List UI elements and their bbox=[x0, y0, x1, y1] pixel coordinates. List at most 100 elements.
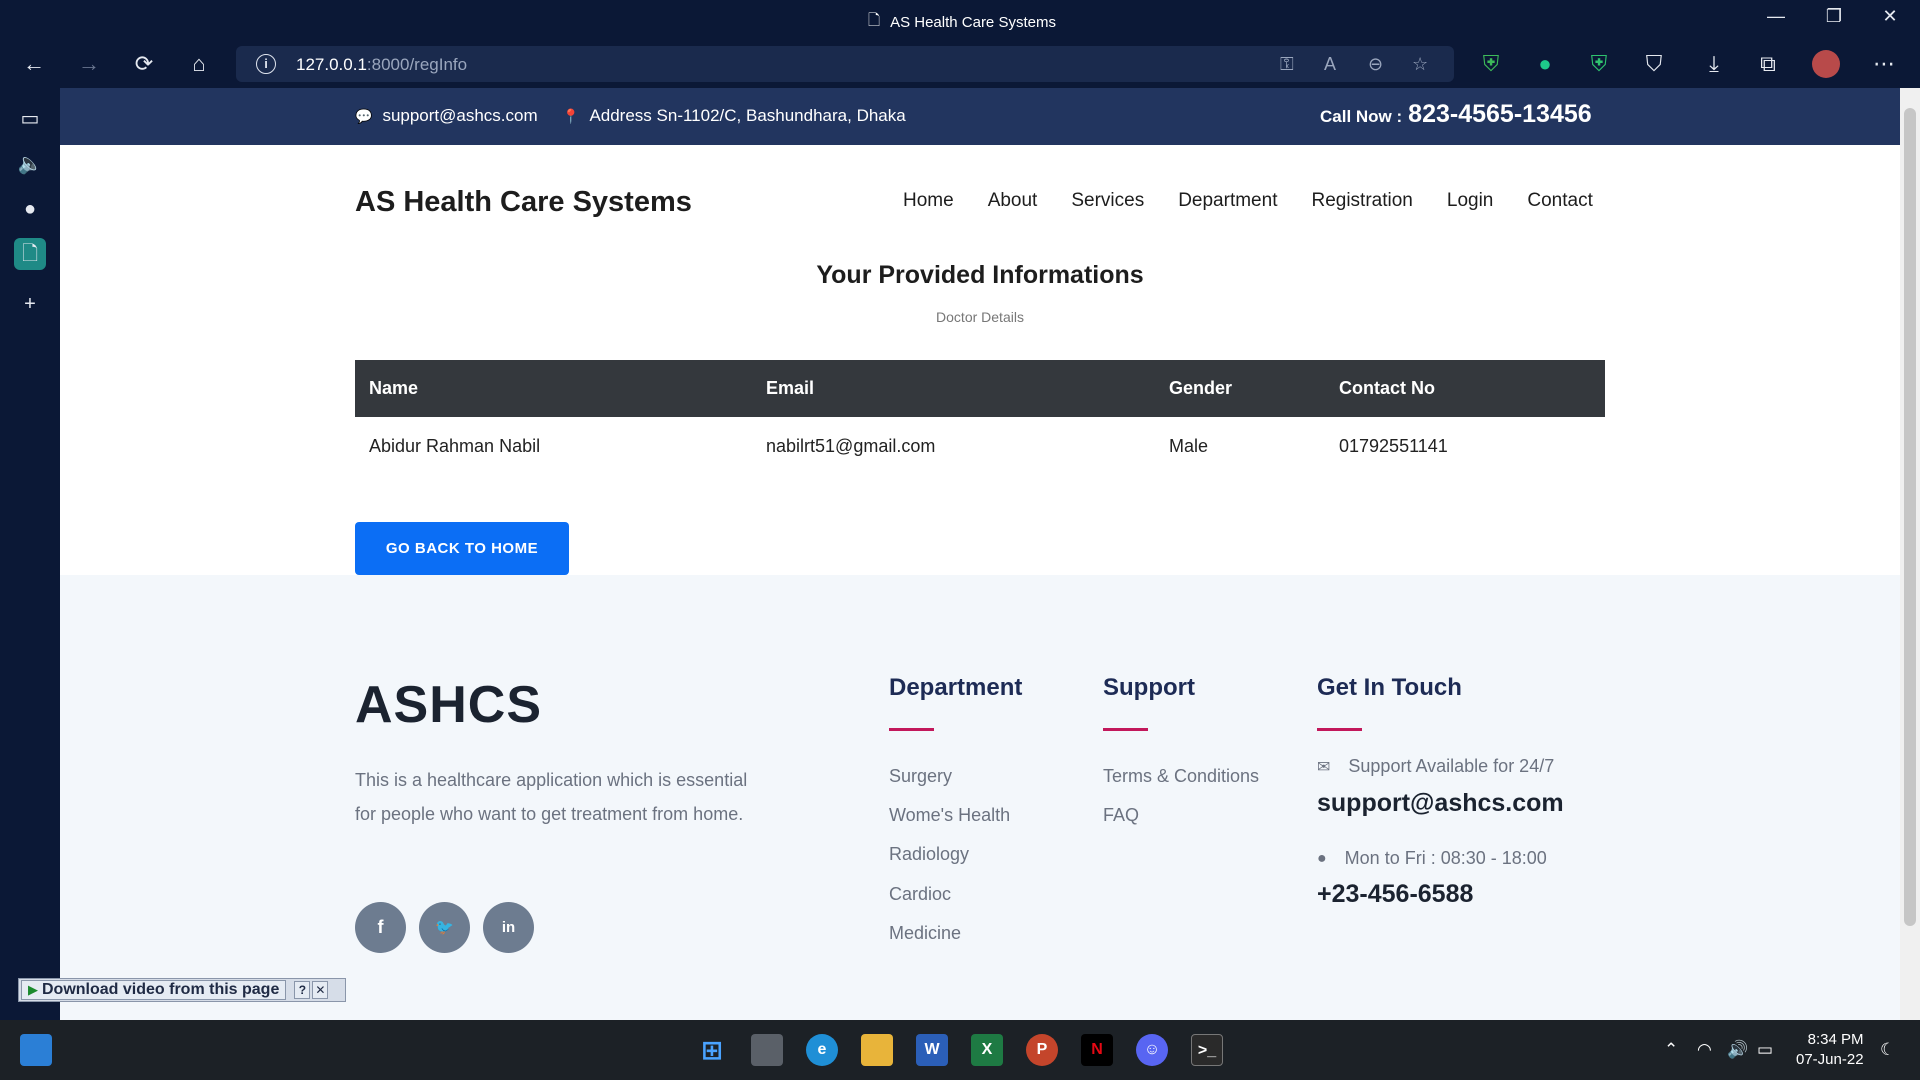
page-subtitle: Doctor Details bbox=[936, 309, 1024, 325]
nav-services[interactable]: Services bbox=[1071, 190, 1144, 212]
windows-taskbar: ⊞ e W X P N ☺ >_ ⌃ ◠ 🔊 ▭ 8:34 PM 07-Jun-… bbox=[0, 1020, 1920, 1080]
footer-link-medicine[interactable]: Medicine bbox=[889, 923, 961, 944]
more-menu-icon[interactable]: ⋯ bbox=[1870, 50, 1898, 78]
nav-login[interactable]: Login bbox=[1447, 190, 1494, 212]
add-icon[interactable]: + bbox=[14, 288, 46, 320]
document-icon[interactable]: 🗋 bbox=[14, 238, 46, 270]
brave-shield-icon[interactable]: ⛉ bbox=[1640, 50, 1668, 78]
read-aloud-icon[interactable]: A bbox=[1324, 54, 1336, 75]
cell-email: nabilrt51@gmail.com bbox=[766, 435, 936, 456]
edge-browser-icon[interactable]: e bbox=[806, 1034, 838, 1066]
word-icon[interactable]: W bbox=[916, 1034, 948, 1066]
security-extension-icon[interactable]: ⛨ bbox=[1585, 50, 1613, 78]
favorite-icon[interactable]: ☆ bbox=[1412, 54, 1428, 75]
url-path: :8000/regInfo bbox=[366, 55, 468, 74]
restore-button[interactable]: ❐ bbox=[1814, 6, 1854, 27]
terminal-icon[interactable]: >_ bbox=[1191, 1034, 1223, 1066]
volume-icon[interactable]: 🔊 bbox=[1727, 1040, 1748, 1060]
profile-avatar[interactable] bbox=[1812, 50, 1840, 78]
chat-icon: 💬 bbox=[355, 107, 373, 124]
department-heading: Department bbox=[889, 674, 1023, 701]
footer-link-terms[interactable]: Terms & Conditions bbox=[1103, 766, 1259, 787]
task-view-icon[interactable] bbox=[751, 1034, 783, 1066]
footer-support-email[interactable]: support@ashcs.com bbox=[1317, 789, 1564, 818]
collections-icon[interactable]: ⧉ bbox=[1754, 50, 1782, 78]
nav-department[interactable]: Department bbox=[1178, 190, 1277, 212]
nav-registration[interactable]: Registration bbox=[1311, 190, 1412, 212]
refresh-icon[interactable]: ⟳ bbox=[130, 50, 158, 78]
footer-link-surgery[interactable]: Surgery bbox=[889, 766, 952, 787]
netflix-icon[interactable]: N bbox=[1081, 1034, 1113, 1066]
site-info-icon[interactable]: i bbox=[256, 54, 276, 74]
start-menu-icon[interactable]: ⊞ bbox=[696, 1034, 728, 1066]
focus-assist-icon[interactable]: ☾ bbox=[1880, 1040, 1895, 1060]
discord-icon[interactable]: ☺ bbox=[1136, 1034, 1168, 1066]
extension-shield-icon[interactable]: ⛨ bbox=[1477, 50, 1505, 78]
footer-link-cardioc[interactable]: Cardioc bbox=[889, 884, 951, 905]
url-host: 127.0.0.1 bbox=[296, 55, 367, 74]
topbar-address: 📍 Address Sn-1102/C, Bashundhara, Dhaka bbox=[562, 106, 906, 126]
page-scrollbar[interactable] bbox=[1900, 88, 1920, 1020]
speaker-icon[interactable]: 🔈 bbox=[14, 148, 46, 180]
file-explorer-icon[interactable] bbox=[861, 1034, 893, 1066]
powerpoint-icon[interactable]: P bbox=[1026, 1034, 1058, 1066]
footer-phone[interactable]: +23-456-6588 bbox=[1317, 880, 1473, 909]
minimize-button[interactable]: — bbox=[1756, 6, 1796, 27]
password-key-icon[interactable]: ⚿ bbox=[1280, 54, 1294, 75]
nav-about[interactable]: About bbox=[988, 190, 1038, 212]
close-window-button[interactable]: ✕ bbox=[1870, 6, 1910, 27]
call-now: Call Now : 823-4565-13456 bbox=[1320, 100, 1592, 129]
column-header-name: Name bbox=[355, 360, 752, 417]
system-clock[interactable]: 8:34 PM 07-Jun-22 bbox=[1796, 1030, 1864, 1070]
nav-home[interactable]: Home bbox=[903, 190, 954, 212]
cell-contact: 01792551141 bbox=[1339, 435, 1448, 456]
help-button[interactable]: ? bbox=[294, 981, 311, 999]
window-title-text: AS Health Care Systems bbox=[890, 14, 1056, 31]
widgets-icon[interactable] bbox=[20, 1034, 52, 1066]
zoom-icon[interactable]: ⊖ bbox=[1368, 54, 1383, 75]
info-table: Name Email Gender Contact No Abidur Rahm… bbox=[355, 360, 1605, 475]
support-availability-text: Support Available for 24/7 bbox=[1348, 756, 1555, 776]
nav-contact[interactable]: Contact bbox=[1527, 190, 1592, 212]
office-hours-text: Mon to Fri : 08:30 - 18:00 bbox=[1344, 848, 1547, 868]
wifi-icon[interactable]: ◠ bbox=[1697, 1040, 1712, 1060]
go-back-home-button[interactable]: GO BACK TO HOME bbox=[355, 522, 569, 575]
footer-link-radiology[interactable]: Radiology bbox=[889, 844, 969, 865]
cell-name: Abidur Rahman Nabil bbox=[369, 435, 541, 456]
tabs-icon[interactable]: ▭ bbox=[14, 103, 46, 135]
department-heading-underline bbox=[889, 728, 934, 731]
footer-logo: ASHCS bbox=[355, 676, 543, 734]
close-download-bar-button[interactable]: ✕ bbox=[312, 981, 329, 999]
tray-overflow-icon[interactable]: ⌃ bbox=[1664, 1040, 1678, 1060]
battery-icon[interactable]: ▭ bbox=[1757, 1040, 1773, 1060]
footer-link-faq[interactable]: FAQ bbox=[1103, 805, 1139, 826]
scrollbar-thumb[interactable] bbox=[1904, 108, 1916, 926]
site-brand[interactable]: AS Health Care Systems bbox=[355, 186, 692, 219]
address-bar[interactable]: i 127.0.0.1:8000/regInfo ⚿ A ⊖ ☆ bbox=[236, 46, 1454, 82]
browser-toolbar: ← → ⟳ ⌂ i 127.0.0.1:8000/regInfo ⚿ A ⊖ ☆… bbox=[0, 40, 1920, 88]
support-heading: Support bbox=[1103, 674, 1195, 701]
facebook-icon[interactable]: f bbox=[355, 902, 406, 953]
twitter-icon[interactable]: 🐦 bbox=[419, 902, 470, 953]
clock-date: 07-Jun-22 bbox=[1796, 1051, 1864, 1068]
site-footer: ASHCS This is a healthcare application w… bbox=[60, 575, 1900, 1020]
footer-description: This is a healthcare application which i… bbox=[355, 770, 748, 824]
back-icon[interactable]: ← bbox=[20, 50, 48, 78]
grammarly-icon[interactable]: ● bbox=[1531, 50, 1559, 78]
home-icon[interactable]: ⌂ bbox=[185, 50, 213, 78]
browser-sidebar: ▭ 🔈 ● 🗋 + bbox=[0, 88, 60, 1020]
page-title: Your Provided Informations bbox=[816, 261, 1144, 289]
excel-icon[interactable]: X bbox=[971, 1034, 1003, 1066]
downloads-icon[interactable]: ⤓ bbox=[1700, 50, 1728, 78]
github-icon[interactable]: ● bbox=[14, 193, 46, 225]
support-heading-underline bbox=[1103, 728, 1148, 731]
contact-topbar: 💬 support@ashcs.com 📍 Address Sn-1102/C,… bbox=[60, 88, 1900, 145]
cell-gender: Male bbox=[1169, 435, 1209, 456]
get-in-touch-underline bbox=[1317, 728, 1362, 731]
linkedin-icon[interactable]: in bbox=[483, 902, 534, 953]
download-video-button[interactable]: ▶ Download video from this page bbox=[21, 980, 287, 1000]
forward-icon[interactable]: → bbox=[75, 50, 103, 78]
url-text[interactable]: 127.0.0.1:8000/regInfo bbox=[296, 55, 467, 75]
location-pin-icon: 📍 bbox=[562, 107, 580, 124]
footer-link-womens-health[interactable]: Wome's Health bbox=[889, 805, 1010, 826]
